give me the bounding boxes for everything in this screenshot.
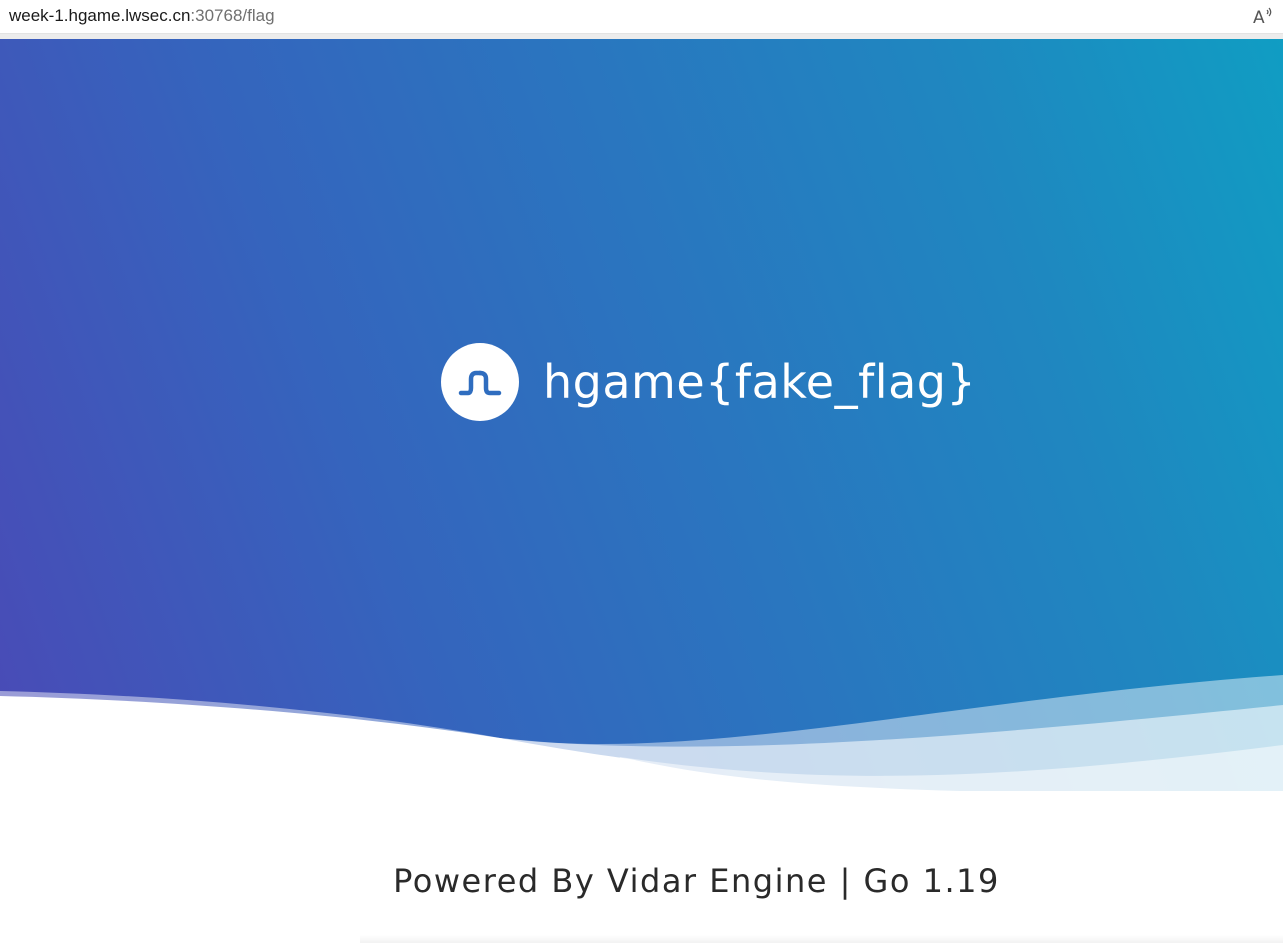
hero-banner: hgame{fake_flag} <box>0 39 1283 791</box>
svg-text:A: A <box>1253 8 1265 27</box>
flag-title: hgame{fake_flag} <box>543 355 977 409</box>
footer-powered-by: Powered By Vidar Engine | Go 1.19 <box>393 862 1000 900</box>
browser-address-bar[interactable]: week-1.hgame.lwsec.cn:30768/flag A <box>0 0 1283 34</box>
url-host: week-1.hgame.lwsec.cn <box>9 6 191 25</box>
vidar-wave-logo-icon <box>441 343 519 421</box>
read-aloud-icon[interactable]: A <box>1253 5 1275 28</box>
brand-block: hgame{fake_flag} <box>441 343 976 421</box>
url-path: :30768/flag <box>190 6 275 25</box>
bottom-fade <box>360 935 1283 943</box>
url-text[interactable]: week-1.hgame.lwsec.cn:30768/flag <box>9 6 275 26</box>
